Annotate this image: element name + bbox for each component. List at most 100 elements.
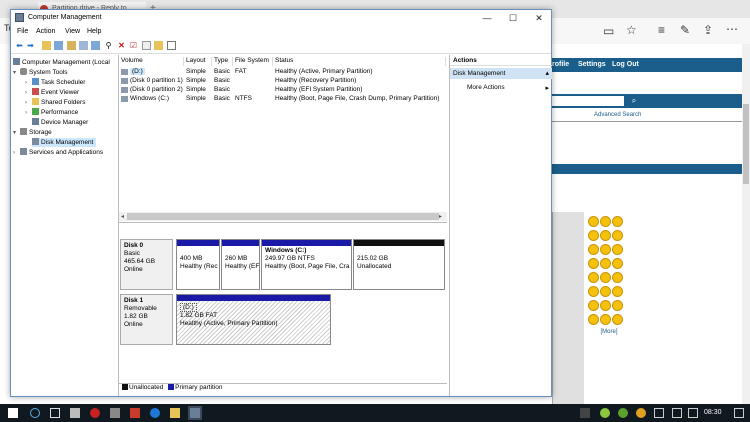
delete-icon[interactable]: ✕	[117, 41, 126, 50]
chevron-right-icon[interactable]: ›	[25, 89, 32, 98]
connect-icon[interactable]: ⚲	[104, 41, 113, 50]
smiley-icon[interactable]	[600, 258, 611, 269]
table-row[interactable]: (Disk 0 partition 2) Simple Basic Health…	[119, 86, 447, 95]
column-header-status[interactable]: Status	[274, 57, 446, 66]
horizontal-scrollbar[interactable]: ◂ ▸	[119, 212, 447, 221]
tree-item-services-and-applications[interactable]: › Services and Applications	[13, 148, 103, 157]
tree-item-task-scheduler[interactable]: › Task Scheduler	[25, 78, 85, 87]
logout-link[interactable]: Log Out	[612, 61, 639, 68]
tree-item-computer-management[interactable]: Computer Management (Local	[13, 58, 110, 67]
smiley-icon[interactable]	[588, 272, 599, 283]
smiley-icon[interactable]	[600, 286, 611, 297]
column-header-volume[interactable]: Volume	[120, 57, 184, 66]
disk0-partition-efi[interactable]: 260 MB Healthy (EF	[221, 239, 260, 290]
app-icon[interactable]	[70, 408, 80, 418]
chevron-right-icon[interactable]: ›	[25, 109, 32, 118]
tree-item-system-tools[interactable]: ▾ System Tools	[13, 68, 68, 77]
smiley-icon[interactable]	[588, 230, 599, 241]
smiley-icon[interactable]	[588, 300, 599, 311]
clock[interactable]: 08:30	[704, 409, 722, 416]
more-smilies-link[interactable]: [More]	[588, 329, 630, 335]
opera-icon[interactable]	[90, 408, 100, 418]
table-row[interactable]: (D:) Simple Basic FAT Healthy (Active, P…	[119, 68, 447, 77]
properties-icon[interactable]	[67, 41, 76, 50]
more-actions-item[interactable]: More Actions ▸	[467, 84, 552, 92]
action-center-icon[interactable]	[734, 408, 744, 418]
column-header-layout[interactable]: Layout	[185, 57, 212, 66]
tree-item-performance[interactable]: › Performance	[25, 108, 78, 117]
advanced-search-link[interactable]: Advanced Search	[594, 112, 641, 118]
smiley-icon[interactable]	[600, 300, 611, 311]
chevron-right-icon[interactable]: ›	[13, 149, 20, 158]
column-header-type[interactable]: Type	[213, 57, 233, 66]
smiley-icon[interactable]	[600, 216, 611, 227]
disk0-label[interactable]: Disk 0 Basic 465.64 GB Online	[120, 239, 173, 290]
tree-item-disk-management[interactable]: Disk Management	[32, 138, 97, 147]
disk1-partition-d[interactable]: (D:) 1.82 GB FAT Healthy (Active, Primary …	[176, 294, 331, 345]
tree-item-storage[interactable]: ▾ Storage	[13, 128, 52, 137]
office-icon[interactable]	[130, 408, 140, 418]
smiley-icon[interactable]	[600, 314, 611, 325]
smiley-icon[interactable]	[588, 258, 599, 269]
smiley-icon[interactable]	[600, 230, 611, 241]
help-icon[interactable]	[79, 41, 88, 50]
back-icon[interactable]: ⬅	[15, 41, 24, 50]
smiley-icon[interactable]	[612, 300, 623, 311]
forward-icon[interactable]: ➡	[26, 41, 35, 50]
chevron-right-icon[interactable]: ›	[25, 99, 32, 108]
menu-view[interactable]: View	[65, 28, 80, 35]
table-row[interactable]: (Disk 0 partition 1) Simple Basic Health…	[119, 77, 447, 86]
reading-view-icon[interactable]: ▭	[603, 24, 614, 38]
settings-link[interactable]: Settings	[578, 61, 606, 68]
app-icon[interactable]	[110, 408, 120, 418]
smiley-icon[interactable]	[612, 272, 623, 283]
tray-icon[interactable]	[580, 408, 590, 418]
note-icon[interactable]: ✎	[680, 23, 690, 37]
start-icon[interactable]	[8, 408, 18, 418]
up-folder-icon[interactable]	[42, 41, 51, 50]
smiley-icon[interactable]	[612, 286, 623, 297]
cortana-icon[interactable]	[30, 408, 40, 418]
smiley-icon[interactable]	[588, 244, 599, 255]
column-header-file-system[interactable]: File System	[234, 57, 273, 66]
chevron-down-icon[interactable]: ▾	[13, 69, 20, 78]
smiley-icon[interactable]	[612, 216, 623, 227]
check-icon[interactable]: ☑	[129, 41, 138, 50]
tray-icon[interactable]	[600, 408, 610, 418]
smiley-icon[interactable]	[612, 244, 623, 255]
collapse-arrow-icon[interactable]: ▴	[545, 69, 549, 77]
more-icon[interactable]: ⋯	[726, 22, 738, 36]
keyboard-icon[interactable]	[688, 408, 698, 418]
smiley-icon[interactable]	[588, 314, 599, 325]
list-view-icon[interactable]	[167, 41, 176, 50]
folder-search-icon[interactable]	[154, 41, 163, 50]
edge-icon[interactable]	[150, 408, 160, 418]
smiley-icon[interactable]	[588, 286, 599, 297]
site-search-input[interactable]	[552, 96, 624, 106]
smiley-icon[interactable]	[612, 230, 623, 241]
smiley-icon[interactable]	[600, 244, 611, 255]
network-icon[interactable]	[654, 408, 664, 418]
tree-item-event-viewer[interactable]: › Event Viewer	[25, 88, 79, 97]
minimize-button[interactable]: —	[477, 12, 497, 24]
chevron-down-icon[interactable]: ▾	[13, 129, 20, 138]
disk0-partition-recovery[interactable]: 400 MB Healthy (Rec	[176, 239, 220, 290]
page-scrollbar[interactable]	[742, 44, 750, 404]
scroll-right-icon[interactable]: ▸	[439, 213, 442, 220]
smiley-icon[interactable]	[600, 272, 611, 283]
scrollbar-thumb[interactable]	[743, 104, 749, 184]
tray-icon[interactable]	[636, 408, 646, 418]
smiley-icon[interactable]	[612, 258, 623, 269]
smiley-icon[interactable]	[588, 216, 599, 227]
actions-section-disk-management[interactable]: Disk Management ▴	[450, 68, 552, 79]
disk0-unallocated[interactable]: 215.02 GB Unallocated	[353, 239, 445, 290]
scroll-left-icon[interactable]: ◂	[121, 213, 124, 220]
smiley-icon[interactable]	[612, 314, 623, 325]
profile-link[interactable]: rofile	[552, 61, 569, 68]
tree-item-shared-folders[interactable]: › Shared Folders	[25, 98, 85, 107]
disk1-label[interactable]: Disk 1 Removable 1.82 GB Online	[120, 294, 173, 345]
search-icon[interactable]: ⌕	[627, 96, 641, 106]
hub-icon[interactable]: ≡	[658, 23, 665, 37]
chevron-right-icon[interactable]: ›	[25, 79, 32, 88]
task-view-icon[interactable]	[50, 408, 60, 418]
